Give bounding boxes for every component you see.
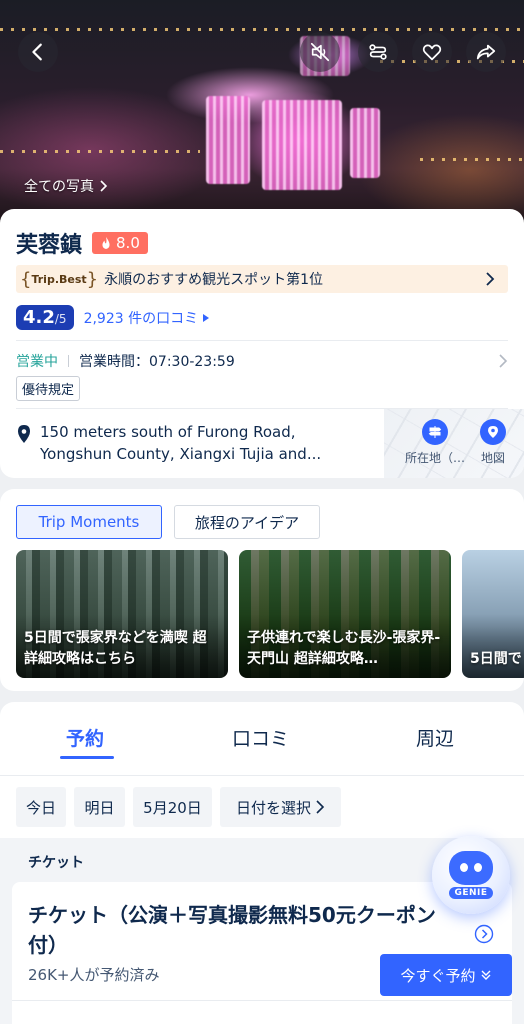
map-pin-icon	[488, 426, 498, 438]
moment-card[interactable]: 子供連れで楽しむ長沙-張家界-天門山 超詳細攻略…	[239, 550, 451, 678]
address-line-1: 150 meters south of Furong Road,	[40, 423, 296, 441]
location-button[interactable]: 所在地（…	[405, 419, 465, 466]
back-icon	[32, 43, 42, 61]
hot-score-value: 8.0	[116, 234, 140, 252]
separator	[68, 355, 69, 367]
attraction-title: 芙蓉鎮	[16, 233, 83, 258]
flame-icon	[102, 237, 110, 249]
route-icon	[369, 44, 387, 60]
divider	[16, 340, 508, 341]
chevron-right-icon	[316, 800, 325, 814]
location-label: 所在地（…	[405, 451, 466, 465]
map-label: 地図	[480, 451, 505, 465]
tab-nearby[interactable]: 周辺	[416, 724, 454, 751]
tab-booking[interactable]: 予約	[66, 724, 104, 751]
date-chip-today[interactable]: 今日	[16, 787, 66, 827]
rating-score: 4.2/5	[16, 305, 74, 330]
address-text: 150 meters south of Furong Road, Yongshu…	[40, 421, 321, 465]
policy-tag[interactable]: 優待規定	[16, 376, 81, 401]
divider	[12, 1000, 512, 1001]
chevron-right-icon	[486, 272, 495, 286]
laurel-left-icon: {	[20, 268, 32, 290]
attraction-info-card: 芙蓉鎮 8.0 { Trip.Best } 永順のおすすめ観光スポット第1位 4…	[0, 209, 524, 478]
moment-card[interactable]: 5日間で張家界などを満喫 超詳細攻略はこちら	[16, 550, 228, 678]
hero-photo[interactable]: 全ての写真	[0, 0, 524, 225]
genie-label: GENIE	[449, 887, 493, 899]
moments-section: Trip Moments 旅程のアイデア 5日間で張家界などを満喫 超詳細攻略は…	[0, 489, 524, 691]
date-chip-tomorrow[interactable]: 明日	[74, 787, 125, 827]
speaker-muted-icon	[310, 42, 330, 62]
date-chip-may20[interactable]: 5月20日	[133, 787, 212, 827]
active-tab-indicator	[60, 756, 114, 759]
moment-card[interactable]: 5日間で 鳳凰を満	[462, 550, 524, 678]
moment-caption: 5日間で張家界などを満喫 超詳細攻略はこちら	[24, 630, 207, 667]
share-button[interactable]	[466, 32, 506, 72]
tab-itinerary-ideas[interactable]: 旅程のアイデア	[174, 505, 320, 539]
favorite-button[interactable]	[412, 32, 452, 72]
trip-best-text: 永順のおすすめ観光スポット第1位	[104, 272, 324, 288]
genie-assistant-button[interactable]: GENIE	[432, 836, 510, 914]
divider	[0, 775, 524, 776]
back-button[interactable]	[18, 32, 58, 72]
rating-value: 4.2	[23, 307, 55, 328]
ticket-card[interactable]: チケット（公演＋写真撮影無料50元クーポン付） 26K+人が予約済み 今すぐ予約	[12, 882, 512, 1024]
rating-max: /5	[54, 312, 67, 326]
map-button[interactable]: 地図	[480, 419, 506, 466]
all-photos-link[interactable]: 全ての写真	[24, 176, 108, 196]
mute-button[interactable]	[300, 32, 340, 72]
ticket-title: チケット（公演＋写真撮影無料50元クーポン付）	[28, 903, 436, 957]
heart-icon	[422, 44, 442, 61]
chevron-right-icon	[100, 180, 108, 192]
address-line-2: Yongshun County, Xiangxi Tujia and...	[40, 445, 322, 463]
double-chevron-down-icon	[481, 970, 490, 980]
info-chevron-icon[interactable]	[474, 924, 494, 944]
opening-hours: 営業時間：07:30-23:59	[79, 354, 235, 370]
tab-trip-moments[interactable]: Trip Moments	[16, 505, 162, 539]
book-now-label: 今すぐ予約	[400, 966, 476, 985]
trip-best-label: Trip.Best	[31, 272, 87, 286]
ticket-section-label: チケット	[28, 855, 84, 871]
trip-best-banner[interactable]: { Trip.Best } 永順のおすすめ観光スポット第1位	[16, 265, 508, 293]
date-picker-label: 日付を選択	[235, 798, 311, 817]
reviews-link[interactable]: 2,923 件の口コミ	[84, 308, 211, 328]
address-row[interactable]: 150 meters south of Furong Road, Yongshu…	[16, 421, 416, 465]
signpost-icon	[428, 426, 442, 438]
open-status: 営業中	[16, 354, 58, 370]
all-photos-label: 全ての写真	[24, 179, 94, 195]
laurel-right-icon: }	[86, 268, 99, 290]
moment-caption: 5日間で 鳳凰を満	[470, 651, 524, 667]
robot-icon	[449, 851, 493, 885]
route-button[interactable]	[358, 32, 398, 72]
hot-score-badge: 8.0	[92, 232, 148, 254]
book-now-button[interactable]: 今すぐ予約	[380, 954, 512, 996]
share-icon	[476, 44, 496, 60]
booked-count: 26K+人が予約済み	[28, 966, 160, 984]
date-picker-button[interactable]: 日付を選択	[220, 787, 341, 827]
location-pin-icon	[18, 425, 30, 443]
moment-caption: 子供連れで楽しむ長沙-張家界-天門山 超詳細攻略…	[247, 630, 441, 667]
tab-reviews[interactable]: 口コミ	[232, 724, 289, 751]
play-arrow-icon	[203, 313, 210, 322]
reviews-count: 2,923 件の口コミ	[83, 310, 199, 327]
chevron-right-icon	[499, 354, 508, 368]
trip-best-logo: { Trip.Best }	[16, 269, 104, 290]
opening-hours-row[interactable]: 営業中 営業時間：07:30-23:59	[16, 351, 508, 371]
